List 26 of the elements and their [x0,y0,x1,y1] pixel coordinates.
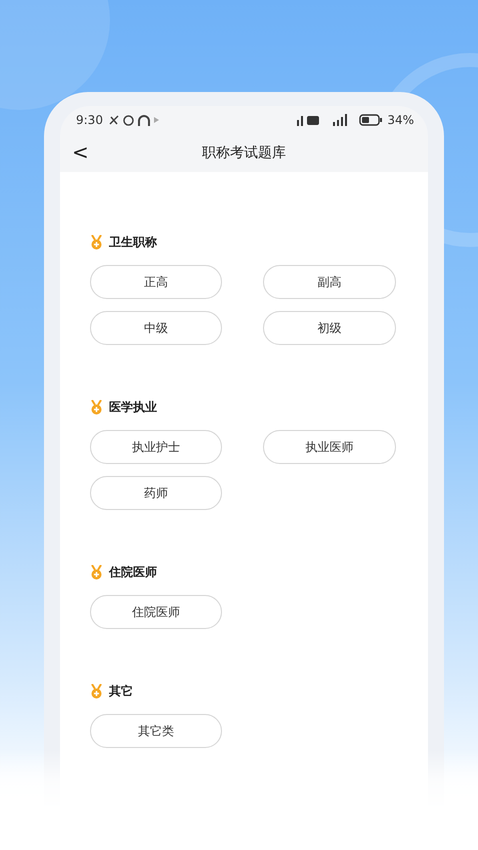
section-title: 其它 [109,683,133,700]
medal-icon [90,400,103,415]
section-title: 住院医师 [109,564,157,581]
play-icon [154,117,159,123]
section-title: 医学执业 [109,399,157,416]
muted-icon [108,115,119,125]
category-button[interactable]: 其它类 [90,714,222,748]
headphones-icon [138,114,150,126]
category-button[interactable]: 正高 [90,265,222,299]
category-button[interactable]: 中级 [90,311,222,345]
alarm-icon [122,114,134,126]
category-button[interactable]: 住院医师 [90,595,222,629]
back-button[interactable]: < [68,140,93,164]
section-title: 卫生职称 [109,234,157,251]
battery-icon [359,114,384,126]
medal-icon [90,565,103,580]
medal-icon [90,235,103,250]
medal-icon [90,684,103,699]
battery-percent: 34% [387,113,414,127]
category-button[interactable]: 初级 [263,311,396,345]
status-time: 9:30 [76,113,103,127]
category-button[interactable]: 执业护士 [90,430,222,464]
page-title: 职称考试题库 [202,144,286,162]
category-button[interactable]: 药师 [90,476,222,510]
category-button[interactable]: 副高 [263,265,396,299]
category-button[interactable]: 执业医师 [263,430,396,464]
